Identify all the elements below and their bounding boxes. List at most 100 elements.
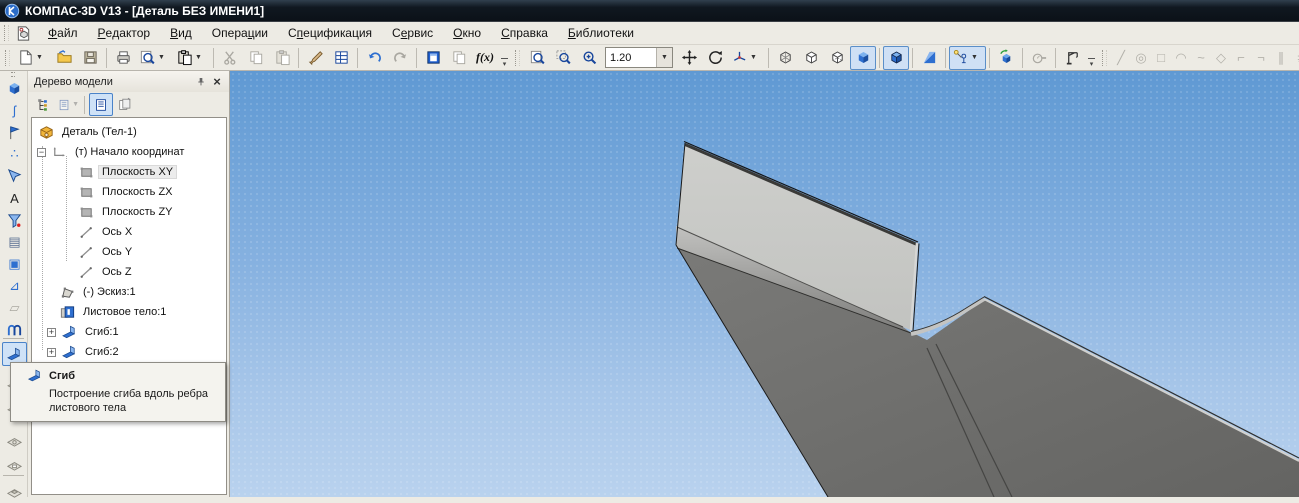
display-shaded-edges-button[interactable]: [883, 46, 909, 70]
perspective-button[interactable]: ▼: [949, 46, 986, 70]
toolbar-grip[interactable]: [1102, 50, 1107, 66]
pin-icon[interactable]: [193, 74, 209, 89]
menu-specification[interactable]: Спецификация: [278, 22, 382, 44]
display-hidden-thin-button[interactable]: [824, 46, 850, 70]
redo-button: [387, 46, 413, 70]
rebuild-model-button[interactable]: [993, 46, 1019, 70]
dimensions-text-button[interactable]: A: [2, 186, 27, 210]
menu-window[interactable]: Окно: [443, 22, 491, 44]
collapse-toggle[interactable]: −: [37, 148, 46, 157]
tree-item-axis-z[interactable]: Ось Z: [32, 262, 226, 282]
separator: [768, 48, 769, 68]
display-shaded-button[interactable]: [850, 46, 876, 70]
menu-service[interactable]: Сервис: [382, 22, 443, 44]
menu-editor[interactable]: Редактор: [88, 22, 161, 44]
toolbar-overflow-button[interactable]: ▾: [499, 48, 510, 68]
copy-properties-button[interactable]: [302, 46, 328, 70]
toolbar-grip[interactable]: [5, 50, 10, 66]
stamping-button[interactable]: [2, 479, 27, 503]
separator: [879, 48, 880, 68]
new-document-button[interactable]: ▼: [14, 46, 51, 70]
bend-icon: [61, 344, 78, 361]
model-tree-header: Дерево модели ×: [28, 71, 229, 92]
variables-window-button[interactable]: [420, 46, 446, 70]
specification-button[interactable]: ▤: [2, 230, 27, 254]
menu-operations[interactable]: Операции: [202, 22, 278, 44]
surfaces-button[interactable]: [2, 164, 27, 188]
tree-structure-view-button[interactable]: [89, 93, 113, 116]
build-drawing-button[interactable]: [1059, 46, 1085, 70]
print-button[interactable]: [110, 46, 136, 70]
zoom-area-button[interactable]: [550, 46, 576, 70]
tree-item-origin[interactable]: − (т) Начало координат: [32, 142, 226, 162]
properties-table-button[interactable]: [328, 46, 354, 70]
chevron-down-icon[interactable]: ▼: [656, 48, 672, 67]
model-tree-panel: Дерево модели × ▼ Деталь (Тел-1) − (т) Н…: [28, 71, 230, 497]
orientation-button[interactable]: ▼: [728, 46, 765, 70]
menu-file[interactable]: Файл: [38, 22, 88, 44]
close-icon[interactable]: ×: [209, 74, 225, 89]
sketch-icon: [59, 284, 76, 301]
menu-libraries[interactable]: Библиотеки: [558, 22, 644, 44]
open-button[interactable]: [51, 46, 77, 70]
plate-hole-button[interactable]: [2, 427, 27, 451]
toolbar-grip[interactable]: [4, 25, 9, 41]
viewport-3d[interactable]: [230, 71, 1299, 497]
tree-item-plane-zy[interactable]: Плоскость ZY: [32, 202, 226, 222]
fillet-tool-icon: ¬: [1251, 50, 1271, 65]
tree-item-bend-1[interactable]: + Сгиб:1: [32, 322, 226, 342]
3d-part[interactable]: [230, 71, 1299, 497]
expand-toggle[interactable]: +: [47, 328, 56, 337]
zoom-level-combobox[interactable]: 1.20 ▼: [605, 47, 673, 68]
axis-icon: [78, 224, 95, 241]
tooltip-description: Построение сгиба вдоль ребра листового т…: [49, 387, 225, 415]
insert-fragment-button[interactable]: ▼: [173, 46, 210, 70]
snap-point-button[interactable]: [2, 120, 27, 144]
undo-button[interactable]: [361, 46, 387, 70]
menu-bar: Файл Редактор Вид Операции Спецификация …: [0, 22, 1299, 45]
print-preview-button[interactable]: ▼: [136, 46, 173, 70]
app-logo-icon[interactable]: [4, 3, 20, 19]
tree-item-sheet-body[interactable]: Листовое тело:1: [32, 302, 226, 322]
toolbar-grip[interactable]: [515, 50, 520, 66]
tree-item-bend-2[interactable]: + Сгиб:2: [32, 342, 226, 362]
menu-help[interactable]: Справка: [491, 22, 558, 44]
tree-filter-button: ▼: [56, 93, 80, 116]
report-button[interactable]: ▣: [2, 252, 27, 276]
tree-item-plane-zx[interactable]: Плоскость ZX: [32, 182, 226, 202]
cut-button: [217, 46, 243, 70]
zoom-level-value[interactable]: 1.20: [606, 52, 656, 64]
bend-icon: [61, 324, 78, 341]
separator: [416, 48, 417, 68]
solids-category-button[interactable]: [2, 76, 27, 100]
tree-item-part[interactable]: Деталь (Тел-1): [32, 122, 226, 142]
save-button[interactable]: [77, 46, 103, 70]
separator: [1055, 48, 1056, 68]
separator: [213, 48, 214, 68]
expand-toggle[interactable]: +: [47, 348, 56, 357]
display-wireframe-button[interactable]: [772, 46, 798, 70]
menu-view[interactable]: Вид: [160, 22, 202, 44]
chevron-down-icon: ▼: [158, 54, 165, 61]
tree-item-axis-y[interactable]: Ось Y: [32, 242, 226, 262]
tree-item-sketch[interactable]: (-) Эскиз:1: [32, 282, 226, 302]
display-no-hidden-button[interactable]: [798, 46, 824, 70]
zoom-fit-button[interactable]: [524, 46, 550, 70]
rotate-button[interactable]: [702, 46, 728, 70]
plate-button[interactable]: [2, 451, 27, 475]
tooltip-bend: Сгиб Построение сгиба вдоль ребра листов…: [10, 362, 226, 422]
points-array-button[interactable]: ∴: [2, 142, 27, 166]
measure-button[interactable]: ⊿: [2, 274, 27, 298]
toolbar-overflow-button[interactable]: ▾: [1086, 48, 1097, 68]
tree-item-plane-xy[interactable]: Плоскость XY: [32, 162, 226, 182]
half-tone-button[interactable]: [916, 46, 942, 70]
equation-button[interactable]: f(x): [472, 46, 498, 70]
zoom-in-button[interactable]: [576, 46, 602, 70]
tree-sections-view-button[interactable]: [113, 93, 137, 116]
tree-composition-button[interactable]: [32, 93, 56, 116]
filters-button[interactable]: [2, 208, 27, 232]
pan-button[interactable]: [676, 46, 702, 70]
tree-item-axis-x[interactable]: Ось X: [32, 222, 226, 242]
spline-curves-button[interactable]: ʃ: [2, 98, 27, 122]
separator: [989, 48, 990, 68]
